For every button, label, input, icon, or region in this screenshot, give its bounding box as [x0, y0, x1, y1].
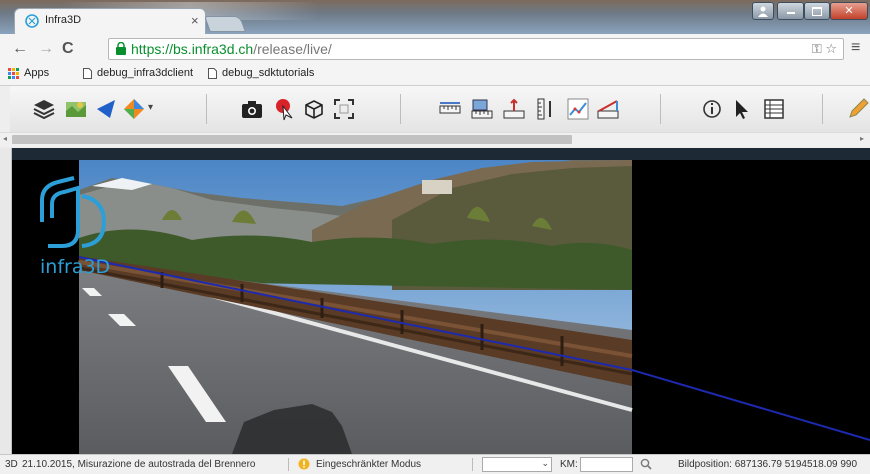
status-bar: 3D 21.10.2015, Misurazione de autostrada…: [0, 454, 870, 474]
close-icon: ✕: [844, 5, 854, 17]
scroll-left-icon[interactable]: ◂: [3, 134, 7, 143]
forward-icon[interactable]: →: [38, 40, 54, 58]
street-view-image[interactable]: [12, 160, 870, 454]
scrollbar-thumb[interactable]: [12, 135, 572, 144]
left-panel-handle[interactable]: [0, 148, 12, 454]
reload-icon[interactable]: C: [62, 40, 74, 58]
logo-text: infra3D: [40, 256, 111, 278]
bookmark-label: debug_sdktutorials: [222, 67, 315, 79]
new-tab-button[interactable]: [204, 16, 246, 32]
menu-icon[interactable]: ≡: [851, 39, 860, 57]
bookmarks-bar: Apps debug_infra3dclient debug_sdktutori…: [0, 64, 870, 86]
apps-grid-icon: [8, 67, 19, 79]
map-icon[interactable]: [64, 97, 88, 121]
navigation-arrow-icon[interactable]: [94, 97, 118, 121]
info-icon[interactable]: [700, 97, 724, 121]
pin-pointer-icon[interactable]: [272, 97, 296, 121]
search-icon[interactable]: [640, 458, 652, 470]
mode-label: 3D: [5, 459, 18, 470]
bookmark-label: Apps: [24, 67, 50, 79]
fullscreen-icon[interactable]: [332, 97, 356, 121]
browser-tab[interactable]: Infra3D ×: [14, 8, 206, 34]
style-diamond-icon[interactable]: [122, 97, 146, 121]
recording-select[interactable]: ⌄: [482, 457, 552, 472]
bookmark-debug-sdktutorials[interactable]: debug_sdktutorials: [208, 67, 314, 79]
page-icon: [83, 67, 92, 79]
page-icon: [208, 67, 217, 79]
minimize-icon: [786, 12, 795, 14]
box-3d-icon[interactable]: [302, 97, 326, 121]
maximize-icon: [812, 7, 822, 16]
km-input[interactable]: [580, 457, 633, 472]
restricted-mode-label[interactable]: Eingeschränkter Modus: [316, 459, 421, 470]
bookmark-apps[interactable]: Apps: [8, 67, 49, 79]
profile-button[interactable]: [752, 2, 774, 20]
recording-info: 21.10.2015, Misurazione de autostrada de…: [22, 459, 256, 470]
measure-area-icon[interactable]: [470, 97, 494, 121]
horizontal-scrollbar[interactable]: ◂ ▸: [0, 132, 870, 146]
user-icon: [758, 6, 768, 17]
slope-measure-icon[interactable]: [596, 97, 620, 121]
chevron-down-icon: ⌄: [541, 458, 549, 468]
measure-height-icon[interactable]: [502, 97, 526, 121]
bookmark-star-icon[interactable]: ☆: [825, 41, 837, 56]
vertical-ruler-icon[interactable]: [534, 97, 558, 121]
maximize-button[interactable]: [804, 2, 830, 20]
lock-icon: [116, 42, 126, 55]
pencil-icon[interactable]: [846, 97, 870, 121]
key-icon[interactable]: ⚿: [812, 41, 822, 56]
warning-icon: [298, 458, 310, 470]
url-path: /release/live/: [253, 41, 332, 57]
bookmark-label: debug_infra3dclient: [97, 67, 194, 79]
camera-icon[interactable]: [240, 97, 264, 121]
scroll-right-icon[interactable]: ▸: [860, 134, 864, 143]
measure-distance-icon[interactable]: [438, 97, 462, 121]
km-label: KM:: [560, 459, 578, 470]
close-window-button[interactable]: ✕: [830, 2, 868, 20]
layers-icon[interactable]: [32, 97, 56, 121]
bookmark-debug-infra3dclient[interactable]: debug_infra3dclient: [83, 67, 193, 79]
minimize-button[interactable]: [777, 2, 804, 20]
table-list-icon[interactable]: [762, 97, 786, 121]
app-toolbar: ▾ ◂ ▸: [0, 86, 870, 148]
image-position: Bildposition: 687136.79 5194518.09 990: [678, 459, 858, 470]
tab-close-icon[interactable]: ×: [191, 13, 199, 28]
address-bar[interactable]: https://bs.infra3d.ch/release/live/ ⚿ ☆: [108, 38, 844, 60]
cursor-pointer-icon[interactable]: [730, 97, 754, 121]
tab-title: Infra3D: [45, 14, 82, 26]
image-viewer[interactable]: infra3D: [12, 160, 870, 454]
profile-chart-icon[interactable]: [566, 97, 590, 121]
navigation-bar: ← → C https://bs.infra3d.ch/release/live…: [0, 34, 870, 64]
infra3d-favicon-icon: [25, 14, 39, 28]
url-host: https://bs.infra3d.ch: [131, 41, 254, 57]
window-titlebar: Infra3D × ✕: [0, 0, 870, 34]
dropdown-caret-icon[interactable]: ▾: [148, 102, 153, 113]
back-icon[interactable]: ←: [12, 40, 28, 58]
